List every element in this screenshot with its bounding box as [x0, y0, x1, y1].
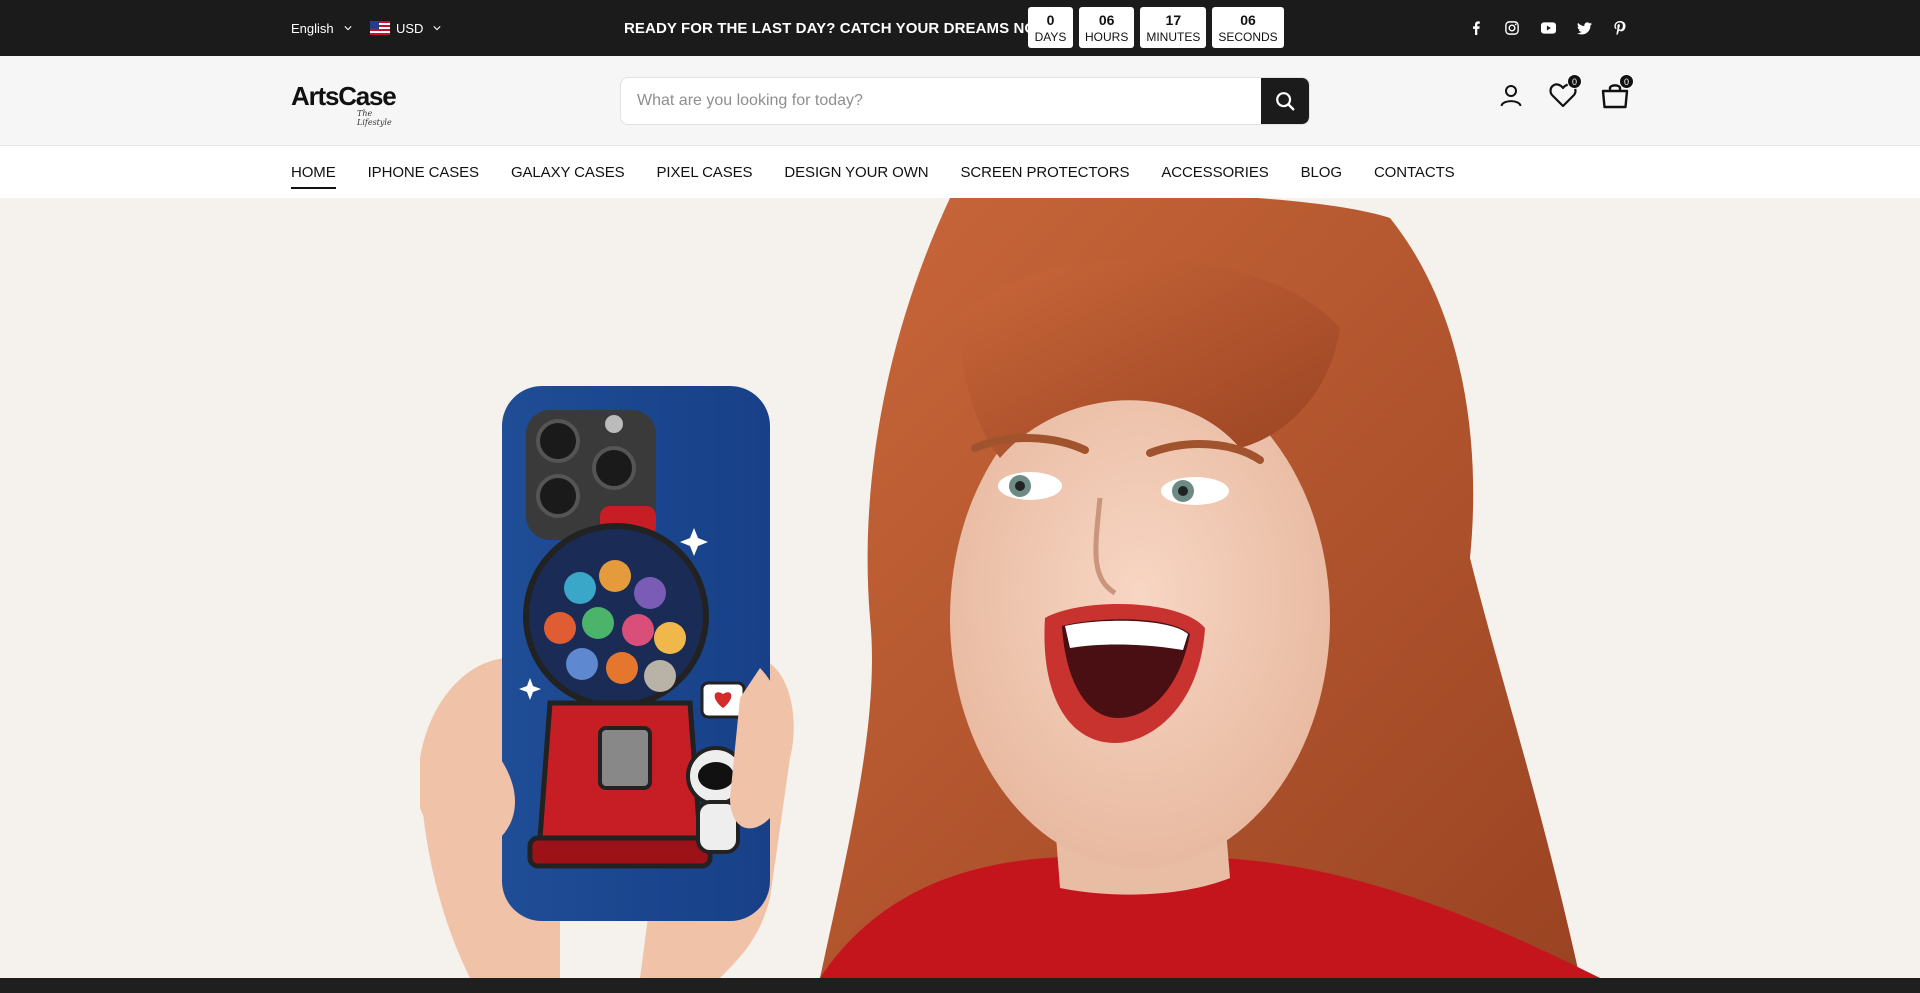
- countdown-label: MINUTES: [1146, 29, 1201, 44]
- main-navigation: HOME IPHONE CASES GALAXY CASES PIXEL CAS…: [0, 147, 1920, 198]
- language-selector[interactable]: English: [291, 0, 352, 56]
- nav-item-contacts[interactable]: CONTACTS: [1374, 147, 1455, 198]
- countdown-label: DAYS: [1034, 29, 1067, 44]
- wishlist-count-badge: 0: [1567, 74, 1582, 89]
- countdown-hours: 06 HOURS: [1079, 7, 1135, 48]
- social-links: [1468, 0, 1628, 56]
- cart-count-badge: 0: [1619, 74, 1634, 89]
- us-flag-icon: [370, 21, 390, 35]
- hero-image: [420, 198, 1600, 978]
- account-button[interactable]: [1496, 80, 1526, 110]
- nav-item-iphone-cases[interactable]: IPHONE CASES: [368, 147, 479, 198]
- countdown-value: 0: [1046, 11, 1055, 28]
- site-header: ArtsCase The Lifestyle 0 0: [0, 56, 1920, 146]
- search-bar: [620, 77, 1310, 125]
- user-icon: [1500, 85, 1522, 107]
- promo-message: READY FOR THE LAST DAY? CATCH YOUR DREAM…: [624, 20, 1069, 37]
- countdown-minutes: 17 MINUTES: [1140, 7, 1207, 48]
- countdown-label: SECONDS: [1218, 29, 1278, 44]
- header-actions: 0 0: [1496, 74, 1634, 110]
- countdown-timer: 0 DAYS 06 HOURS 17 MINUTES 06 SECONDS: [1028, 7, 1284, 48]
- nav-item-galaxy-cases[interactable]: GALAXY CASES: [511, 147, 625, 198]
- site-logo[interactable]: ArtsCase The Lifestyle: [291, 81, 406, 127]
- nav-item-pixel-cases[interactable]: PIXEL CASES: [657, 147, 753, 198]
- countdown-value: 06: [1098, 11, 1115, 28]
- instagram-icon[interactable]: [1504, 20, 1520, 36]
- bottom-strip: [0, 978, 1920, 993]
- wishlist-button[interactable]: 0: [1548, 74, 1582, 110]
- nav-item-screen-protectors[interactable]: SCREEN PROTECTORS: [961, 147, 1130, 198]
- nav-item-blog[interactable]: BLOG: [1301, 147, 1342, 198]
- cart-button[interactable]: 0: [1600, 74, 1634, 110]
- logo-text: ArtsCase: [291, 81, 397, 111]
- facebook-icon[interactable]: [1468, 20, 1484, 36]
- search-button[interactable]: [1261, 78, 1309, 124]
- language-label: English: [291, 20, 334, 36]
- currency-selector[interactable]: USD: [370, 0, 442, 56]
- nav-item-accessories[interactable]: ACCESSORIES: [1161, 147, 1268, 198]
- announcement-bar: English USD READY FOR THE LAST DAY? CATC…: [0, 0, 1920, 56]
- twitter-icon[interactable]: [1576, 20, 1592, 36]
- nav-item-home[interactable]: HOME: [291, 147, 336, 198]
- pinterest-icon[interactable]: [1612, 20, 1628, 36]
- logo-tagline: The Lifestyle: [357, 109, 392, 127]
- countdown-seconds: 06 SECONDS: [1212, 7, 1284, 48]
- search-icon: [1276, 92, 1295, 111]
- chevron-down-icon: [344, 26, 352, 31]
- countdown-days: 0 DAYS: [1028, 7, 1073, 48]
- search-input[interactable]: [621, 78, 1261, 124]
- countdown-value: 17: [1165, 11, 1182, 28]
- chevron-down-icon: [433, 26, 442, 31]
- countdown-value: 06: [1240, 11, 1256, 28]
- hero-banner[interactable]: [0, 198, 1920, 978]
- youtube-icon[interactable]: [1540, 20, 1556, 36]
- countdown-label: HOURS: [1085, 29, 1129, 44]
- currency-label: USD: [396, 20, 424, 36]
- nav-item-design-your-own[interactable]: DESIGN YOUR OWN: [784, 147, 928, 198]
